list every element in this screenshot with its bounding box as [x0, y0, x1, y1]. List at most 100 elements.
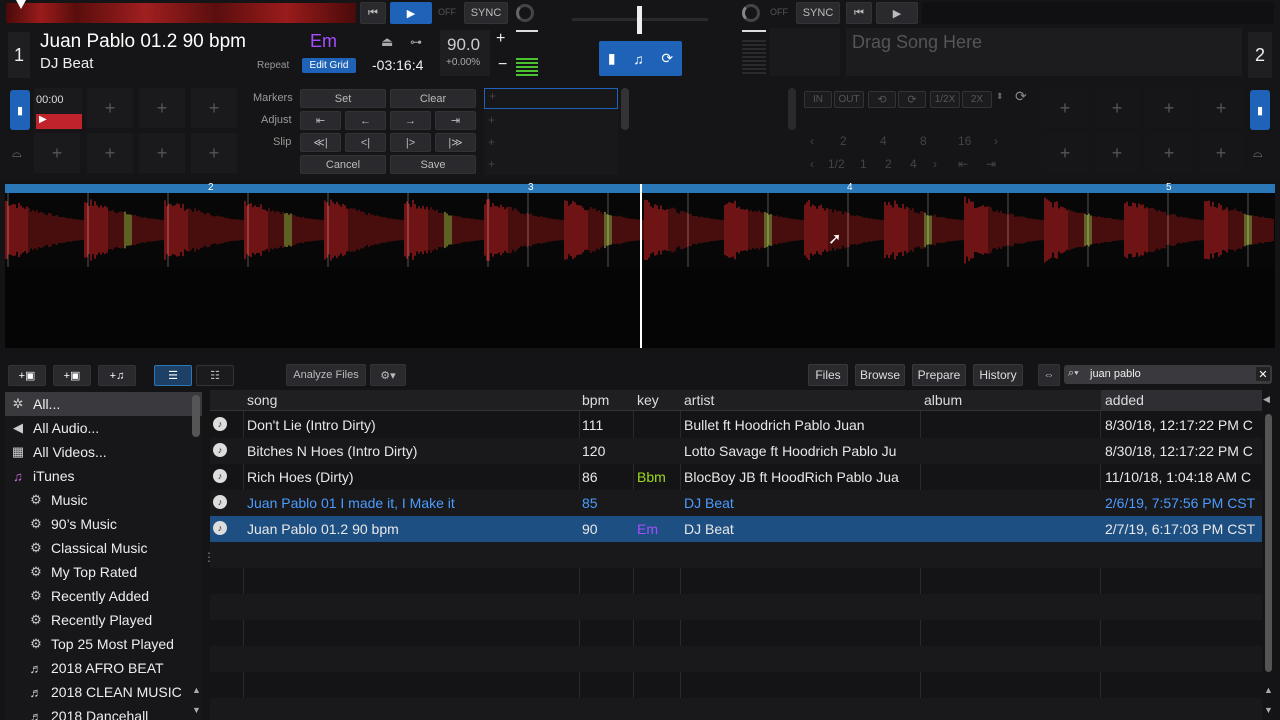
jump-size-4[interactable]: 4 [910, 157, 917, 171]
add-subcrate-button[interactable]: +♫ [98, 365, 136, 386]
add-crate-button[interactable]: +▣ [8, 365, 46, 386]
stepper-icon[interactable]: ⬍ [996, 91, 1004, 102]
table-row[interactable] [210, 672, 1262, 698]
sampler-control-panel[interactable]: ▮ ♫ ⟳ [599, 41, 682, 76]
hotcue-pad-7[interactable]: + [139, 133, 185, 173]
tab-prepare[interactable]: Prepare [912, 364, 966, 386]
deck2-hotcue-pad-5[interactable]: + [1042, 133, 1088, 173]
analyze-files-button[interactable]: Analyze Files [286, 364, 366, 386]
deck2-hotcue-pad-2[interactable]: + [1094, 88, 1140, 128]
pitch-plus-icon[interactable]: + [496, 30, 505, 48]
sidebar-item[interactable]: ⚙ My Top Rated [5, 560, 202, 584]
loop-size-8[interactable]: 8 [920, 134, 927, 148]
table-scroll-down-icon[interactable]: ▼ [1264, 705, 1273, 715]
jump-forward-icon[interactable]: ⇥ [986, 157, 996, 171]
sidebar-scrollbar[interactable] [192, 395, 200, 437]
sidebar-scroll-up-icon[interactable]: ▲ [192, 685, 201, 695]
deck2-play-button[interactable]: ▶ [876, 2, 918, 24]
hotcue-pad-8[interactable]: + [191, 133, 237, 173]
jump-back-icon[interactable]: ⇤ [958, 157, 968, 171]
loop-double-button[interactable]: 2X [962, 91, 992, 108]
deck2-hotcue-pad-7[interactable]: + [1146, 133, 1192, 173]
tab-browse[interactable]: Browse [855, 364, 905, 386]
add-smart-crate-button[interactable]: +▣ [53, 365, 91, 386]
headphones-icon[interactable]: ⌓ [1253, 146, 1263, 161]
jump-prev-icon[interactable]: ‹ [810, 157, 814, 171]
tab-history[interactable]: History [973, 364, 1023, 386]
deck1-play-button[interactable]: ▶ [390, 2, 432, 24]
loop-in-button[interactable]: IN [804, 91, 832, 108]
expand-search-button[interactable]: ⇔ [1038, 364, 1060, 386]
jump-size-2[interactable]: 2 [885, 157, 892, 171]
deck2-hotcue-pad-6[interactable]: + [1094, 133, 1140, 173]
marker-slot-2[interactable]: + [488, 113, 495, 127]
refresh-icon[interactable]: ⟳ [661, 50, 673, 67]
adjust-end-button[interactable]: ⇥ [435, 111, 476, 130]
slip-back-button[interactable]: <| [345, 133, 386, 152]
table-row[interactable] [210, 646, 1262, 672]
jump-size-half[interactable]: 1/2 [828, 157, 845, 171]
deck2-hotcue-pad-8[interactable]: + [1198, 133, 1244, 173]
table-row[interactable]: ♪ Juan Pablo 01.2 90 bpm 90 Em DJ Beat 2/7/19… [210, 516, 1262, 542]
clear-search-icon[interactable]: ✕ [1256, 367, 1270, 381]
loop-next-icon[interactable]: › [994, 134, 998, 148]
sidebar-item[interactable]: ♬ 2018 Dancehall [5, 704, 202, 720]
deck1-prev-button[interactable]: ⏮ [360, 2, 386, 24]
hotcue-pad-6[interactable]: + [87, 133, 133, 173]
deck2-sync-button[interactable]: SYNC [796, 2, 840, 24]
col-header-song[interactable]: song [247, 392, 277, 408]
adjust-back-button[interactable]: ← [345, 111, 386, 130]
table-row[interactable] [210, 698, 1262, 720]
sidebar-item[interactable]: ⚙ Top 25 Most Played [5, 632, 202, 656]
table-row[interactable] [210, 542, 1262, 568]
col-header-key[interactable]: key [637, 392, 659, 408]
table-row[interactable]: ♪ Bitches N Hoes (Intro Dirty) 120 Lotto Sa… [210, 438, 1262, 464]
pitch-minus-icon[interactable]: − [498, 56, 507, 74]
loop-prev-icon[interactable]: ‹ [810, 134, 814, 148]
sidebar-item[interactable]: ⚙ Recently Played [5, 608, 202, 632]
table-row[interactable]: ♪ Don't Lie (Intro Dirty) 111 Bullet ft Hoo… [210, 412, 1262, 438]
table-scrollbar[interactable] [1265, 414, 1272, 672]
loop-out-button[interactable]: OUT [834, 91, 864, 108]
deck2-hotcue-pad-3[interactable]: + [1146, 88, 1192, 128]
deck2-hotcue-pad-1[interactable]: + [1042, 88, 1088, 128]
table-row[interactable] [210, 620, 1262, 646]
loop-auto-button[interactable]: ⟳ [898, 91, 926, 108]
sidebar-item[interactable]: ⚙ Classical Music [5, 536, 202, 560]
column-menu-icon[interactable]: ◀ [1263, 394, 1270, 405]
sidebar-item[interactable]: ⚙ Recently Added [5, 584, 202, 608]
jump-next-icon[interactable]: › [933, 157, 937, 171]
col-header-bpm[interactable]: bpm [582, 392, 609, 408]
marker-slot-1[interactable]: + [484, 88, 618, 109]
sidebar-item[interactable]: ◀ All Audio... [5, 416, 202, 440]
sidebar-item[interactable]: ♬ 2018 CLEAN MUSIC [5, 680, 202, 704]
deck1-repeat-label[interactable]: Repeat [257, 60, 289, 71]
col-header-artist[interactable]: artist [684, 392, 714, 408]
pitch-slider-top[interactable] [516, 30, 538, 32]
table-row[interactable]: ♪ Rich Hoes (Dirty) 86 Bbm BlocBoy JB ft Hoo… [210, 464, 1262, 490]
headphones-icon[interactable]: ⌓ [12, 146, 22, 161]
loop-size-4[interactable]: 4 [880, 134, 887, 148]
loop-size-16[interactable]: 16 [958, 134, 971, 148]
col-header-added[interactable]: added [1105, 392, 1144, 408]
sidebar-item[interactable]: ⚙ Music [5, 488, 202, 512]
sidebar-item[interactable]: ⚙ 90’s Music [5, 512, 202, 536]
marker-slot-4[interactable]: + [488, 157, 495, 171]
crossfader-handle[interactable] [637, 6, 642, 34]
table-row[interactable] [210, 568, 1262, 594]
search-input[interactable]: juan pablo [1090, 368, 1141, 380]
table-row[interactable]: ♪ Juan Pablo 01 I made it, I Make it 85 DJ … [210, 490, 1262, 516]
deck2-marker-scrollbar[interactable] [788, 88, 796, 130]
loop-reloop-button[interactable]: ⟲ [868, 91, 896, 108]
hotcue-pad-5[interactable]: + [34, 133, 80, 173]
table-scroll-up-icon[interactable]: ▲ [1264, 685, 1273, 695]
slip-forward-far-button[interactable]: |≫ [435, 133, 476, 152]
eject-icon[interactable]: ⏏ [381, 34, 393, 50]
table-row[interactable] [210, 594, 1262, 620]
tab-files[interactable]: Files [808, 364, 848, 386]
sidebar-item[interactable]: ▦ All Videos... [5, 440, 202, 464]
col-header-album[interactable]: album [924, 392, 962, 408]
deck2-prev-button[interactable]: ⏮ [846, 2, 872, 24]
sidebar-scroll-down-icon[interactable]: ▼ [192, 705, 201, 715]
sidebar-item[interactable]: ♬ 2018 AFRO BEAT [5, 656, 202, 680]
